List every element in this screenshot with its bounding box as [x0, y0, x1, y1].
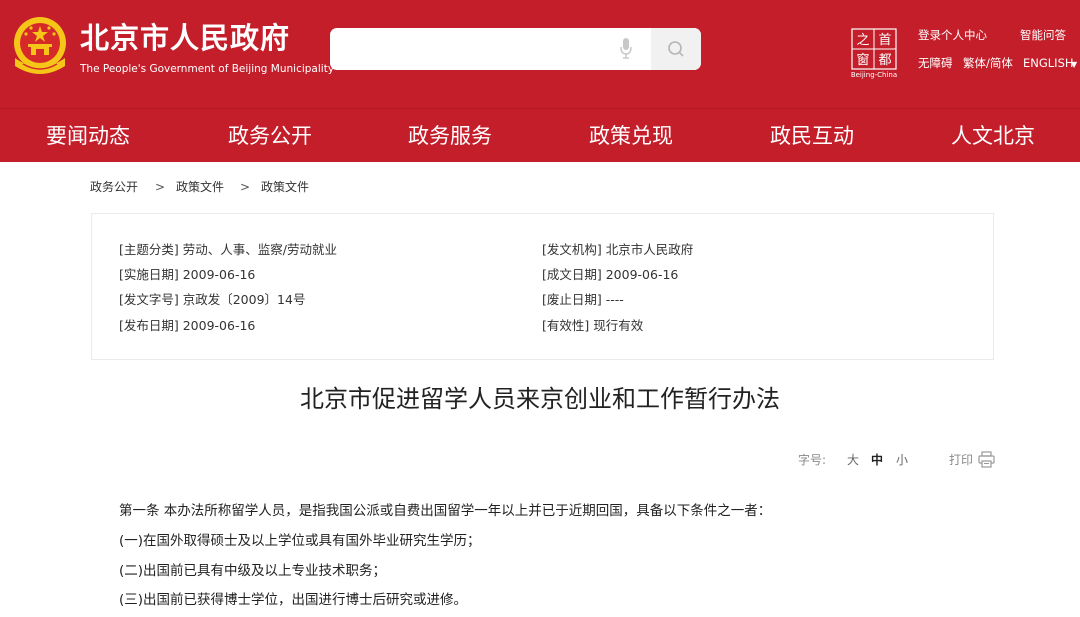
- qa-link[interactable]: 智能问答: [1020, 28, 1066, 42]
- meta-publish-date: [发布日期] 2009-06-16: [119, 318, 256, 333]
- meta-topic: [主题分类] 劳动、人事、监察/劳动就业: [119, 242, 337, 257]
- document-title: 北京市促进留学人员来京创业和工作暂行办法: [300, 385, 780, 413]
- accessibility-link[interactable]: 无障碍: [918, 56, 953, 70]
- capital-logo-glyph: 窗: [856, 52, 869, 68]
- site-title[interactable]: 北京市人民政府: [80, 20, 290, 56]
- document-meta-box: [91, 213, 994, 360]
- nav-item-news[interactable]: 要闻动态: [46, 109, 130, 163]
- main-nav: 要闻动态 政务公开 政务服务 政策兑现 政民互动 人文北京: [0, 108, 1080, 162]
- article-paragraph: (一)在国外取得硕士及以上学位或具有国外毕业研究生学历；: [119, 533, 481, 549]
- english-link[interactable]: ENGLISH: [1023, 56, 1074, 70]
- font-size-small-button[interactable]: 小: [896, 453, 908, 467]
- search-box: [330, 28, 701, 70]
- national-emblem-icon[interactable]: [9, 14, 71, 80]
- meta-written-date: [成文日期] 2009-06-16: [542, 267, 679, 282]
- breadcrumb-item[interactable]: 政策文件: [176, 180, 224, 194]
- print-button[interactable]: 打印: [949, 453, 973, 467]
- nav-item-gov-services[interactable]: 政务服务: [408, 109, 492, 163]
- breadcrumb-item[interactable]: 政策文件: [261, 180, 309, 194]
- capital-logo-glyph: 都: [878, 53, 891, 68]
- capital-logo-glyph: 首: [878, 33, 891, 48]
- font-size-label: 字号:: [798, 453, 827, 467]
- font-size-medium-button[interactable]: 中: [871, 453, 883, 467]
- meta-effective-date: [实施日期] 2009-06-16: [119, 267, 256, 282]
- caret-down-icon[interactable]: ▼: [1071, 60, 1077, 69]
- nav-item-interaction[interactable]: 政民互动: [770, 109, 854, 163]
- nav-item-policy[interactable]: 政策兑现: [589, 109, 673, 163]
- printer-icon[interactable]: [978, 451, 995, 468]
- search-button[interactable]: [651, 28, 701, 70]
- meta-validity: [有效性] 现行有效: [542, 318, 644, 333]
- meta-doc-number: [发文字号] 京政发〔2009〕14号: [119, 292, 306, 307]
- article-paragraph: 第一条 本办法所称留学人员，是指我国公派或自费出国留学一年以上并已于近期回国，具…: [119, 503, 772, 519]
- breadcrumb-separator: >: [155, 180, 166, 194]
- article-paragraph: (二)出国前已具有中级及以上专业技术职务；: [119, 563, 387, 579]
- login-link[interactable]: 登录个人中心: [918, 28, 987, 42]
- search-icon: [668, 41, 684, 57]
- breadcrumb-item[interactable]: 政务公开: [90, 180, 138, 194]
- meta-repeal-date: [废止日期] ----: [542, 292, 624, 307]
- nav-item-culture[interactable]: 人文北京: [951, 109, 1035, 163]
- traditional-simplified-link[interactable]: 繁体/简体: [963, 56, 1013, 70]
- article-paragraph: (三)出国前已获得博士学位，出国进行博士后研究或进修。: [119, 592, 468, 608]
- site-subtitle: The People's Government of Beijing Munic…: [80, 63, 335, 75]
- nav-item-gov-affairs[interactable]: 政务公开: [228, 109, 312, 163]
- capital-logo-glyph: 之: [856, 33, 869, 48]
- search-input[interactable]: [330, 28, 610, 70]
- capital-logo-label: Beijing-China: [850, 71, 898, 79]
- meta-issuer: [发文机构] 北京市人民政府: [542, 242, 694, 257]
- microphone-icon[interactable]: [620, 38, 632, 60]
- breadcrumb-separator: >: [240, 180, 251, 194]
- font-size-large-button[interactable]: 大: [847, 453, 859, 467]
